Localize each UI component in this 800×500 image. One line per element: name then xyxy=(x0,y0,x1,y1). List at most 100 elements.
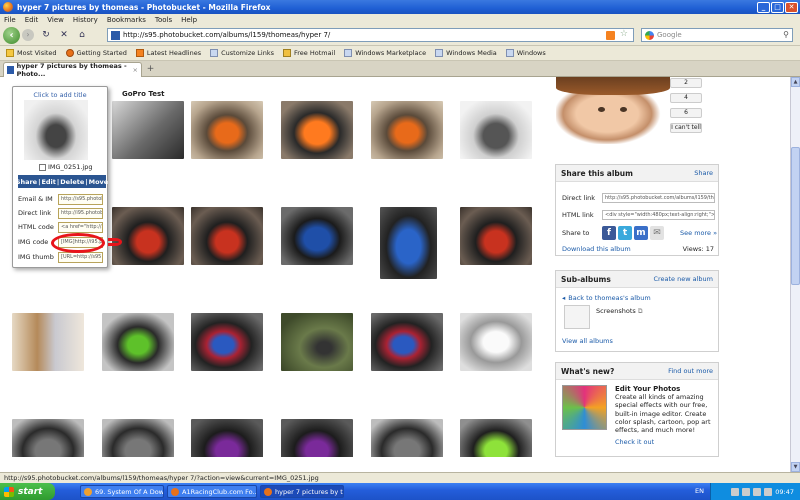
bookmark-star-icon[interactable]: ☆ xyxy=(620,29,628,39)
security-icon[interactable] xyxy=(753,487,762,496)
photo-thumbnail[interactable] xyxy=(460,419,532,457)
vertical-scrollbar[interactable]: ▲ ▼ xyxy=(790,77,800,472)
quiz-option[interactable]: 6 xyxy=(670,108,702,118)
new-tab-button[interactable]: + xyxy=(145,64,156,75)
update-icon[interactable] xyxy=(764,487,773,496)
folder-thumbnail[interactable] xyxy=(564,305,590,329)
photo-thumbnail[interactable] xyxy=(380,207,437,279)
share-link[interactable]: Share xyxy=(694,169,713,177)
menu-help[interactable]: Help xyxy=(181,16,197,24)
photo-thumbnail[interactable] xyxy=(371,101,443,159)
search-input[interactable]: Google ⚲ xyxy=(641,28,793,42)
close-button[interactable]: ✕ xyxy=(785,1,798,13)
direct-link-field[interactable]: http://s95.photobucket.com/albums/l159/t… xyxy=(602,193,715,203)
photo-thumbnail[interactable] xyxy=(281,313,353,371)
direct-link-field[interactable]: http://i95.photobucket.com xyxy=(58,207,103,219)
photo-thumbnail[interactable] xyxy=(281,101,353,159)
editor-promo-image[interactable] xyxy=(562,385,607,430)
home-icon[interactable]: ⌂ xyxy=(76,29,88,41)
menu-file[interactable]: File xyxy=(4,16,16,24)
create-album-link[interactable]: Create new album xyxy=(653,275,713,283)
photo-thumbnail[interactable] xyxy=(12,313,84,371)
bookmark-most-visited[interactable]: Most Visited xyxy=(6,49,57,57)
download-album-link[interactable]: Download this album xyxy=(562,245,631,253)
photo-thumbnail[interactable] xyxy=(191,207,263,265)
forward-button[interactable]: › xyxy=(22,29,34,41)
taskbar-item-active[interactable]: hyper 7 pictures by t... xyxy=(260,485,344,498)
maximize-button[interactable]: □ xyxy=(771,1,784,13)
bookmark-getting-started[interactable]: Getting Started xyxy=(65,49,127,57)
twitter-icon[interactable]: t xyxy=(618,226,632,240)
network-icon[interactable] xyxy=(731,487,740,496)
bookmark-windows-media[interactable]: Windows Media xyxy=(435,49,497,57)
delete-button[interactable]: Delete xyxy=(59,178,85,186)
popup-photo-thumbnail[interactable] xyxy=(24,100,88,160)
bookmark-windows[interactable]: Windows xyxy=(505,49,546,57)
photo-thumbnail[interactable] xyxy=(460,101,532,159)
menu-bookmarks[interactable]: Bookmarks xyxy=(107,16,146,24)
bookmark-latest-headlines[interactable]: Latest Headlines xyxy=(135,49,201,57)
menu-edit[interactable]: Edit xyxy=(25,16,39,24)
scroll-down-icon[interactable]: ▼ xyxy=(791,462,800,472)
select-checkbox[interactable] xyxy=(39,163,46,171)
taskbar-item[interactable]: A1RacingClub.com Fo... xyxy=(167,485,257,498)
share-button[interactable]: Share xyxy=(15,178,38,186)
volume-icon[interactable] xyxy=(742,487,751,496)
photo-thumbnail[interactable] xyxy=(281,419,353,457)
check-it-out-link[interactable]: Check it out xyxy=(615,438,715,446)
photo-thumbnail[interactable] xyxy=(191,419,263,457)
photo-thumbnail[interactable] xyxy=(191,101,263,159)
language-indicator[interactable]: EN xyxy=(695,487,704,495)
move-button[interactable]: Move xyxy=(88,178,110,186)
photo-thumbnail[interactable] xyxy=(102,419,174,457)
rss-icon[interactable] xyxy=(606,31,615,40)
start-button[interactable]: start xyxy=(0,483,55,500)
address-bar[interactable]: http://s95.photobucket.com/albums/l159/t… xyxy=(107,28,634,42)
photo-thumbnail[interactable] xyxy=(281,207,353,265)
photo-thumbnail[interactable] xyxy=(460,207,532,265)
scroll-thumb[interactable] xyxy=(791,147,800,285)
photo-thumbnail[interactable] xyxy=(371,419,443,457)
search-icon[interactable]: ⚲ xyxy=(783,30,789,39)
quiz-option[interactable]: I can't tell xyxy=(670,123,702,133)
menu-tools[interactable]: Tools xyxy=(155,16,172,24)
quiz-option[interactable]: 2 xyxy=(670,78,702,88)
bookmark-windows-marketplace[interactable]: Windows Marketplace xyxy=(344,49,426,57)
ad-face-image[interactable] xyxy=(556,77,670,144)
menu-view[interactable]: View xyxy=(47,16,64,24)
back-button[interactable]: ‹ xyxy=(3,26,20,44)
photo-thumbnail[interactable] xyxy=(371,313,443,371)
find-out-more-link[interactable]: Find out more xyxy=(668,367,713,375)
photo-thumbnail[interactable] xyxy=(102,313,174,371)
photo-thumbnail[interactable] xyxy=(460,313,532,371)
photo-thumbnail[interactable] xyxy=(191,313,263,371)
view-all-albums-link[interactable]: View all albums xyxy=(562,337,613,345)
reload-icon[interactable]: ↻ xyxy=(40,29,52,41)
tab-photobucket[interactable]: hyper 7 pictures by thomeas - Photo... × xyxy=(3,62,142,78)
email-icon[interactable]: ✉ xyxy=(650,226,664,240)
email-im-field[interactable]: http://s95.photobucket.com xyxy=(58,193,103,205)
add-title-link[interactable]: Click to add title xyxy=(13,91,107,99)
filename-row: IMG_0251.jpg xyxy=(39,163,92,171)
html-link-field[interactable]: <div style="width:480px;text-align:right… xyxy=(602,210,715,220)
minimize-button[interactable]: _ xyxy=(757,1,770,13)
photo-thumbnail[interactable] xyxy=(12,419,84,457)
html-code-field[interactable]: <a href="http://s95 xyxy=(58,221,103,233)
facebook-icon[interactable]: f xyxy=(602,226,616,240)
scroll-up-icon[interactable]: ▲ xyxy=(791,77,800,87)
see-more-link[interactable]: See more » xyxy=(680,229,717,237)
myspace-icon[interactable]: m xyxy=(634,226,648,240)
taskbar-item[interactable]: 69. System Of A Dow... xyxy=(80,485,164,498)
tab-close-icon[interactable]: × xyxy=(133,66,138,74)
screenshots-link[interactable]: Screenshots xyxy=(596,307,636,315)
bookmark-customize-links[interactable]: Customize Links xyxy=(210,49,274,57)
photo-thumbnail[interactable] xyxy=(112,207,184,265)
back-to-album-link[interactable]: Back to thomeas's album xyxy=(568,294,650,302)
menu-history[interactable]: History xyxy=(73,16,98,24)
bookmark-free-hotmail[interactable]: Free Hotmail xyxy=(283,49,335,57)
quiz-option[interactable]: 4 xyxy=(670,93,702,103)
stop-icon[interactable]: ✕ xyxy=(58,29,70,41)
img-thumb-field[interactable]: [URL=http://s95 xyxy=(58,251,103,263)
photo-thumbnail[interactable] xyxy=(112,101,184,159)
edit-button[interactable]: Edit xyxy=(40,178,56,186)
